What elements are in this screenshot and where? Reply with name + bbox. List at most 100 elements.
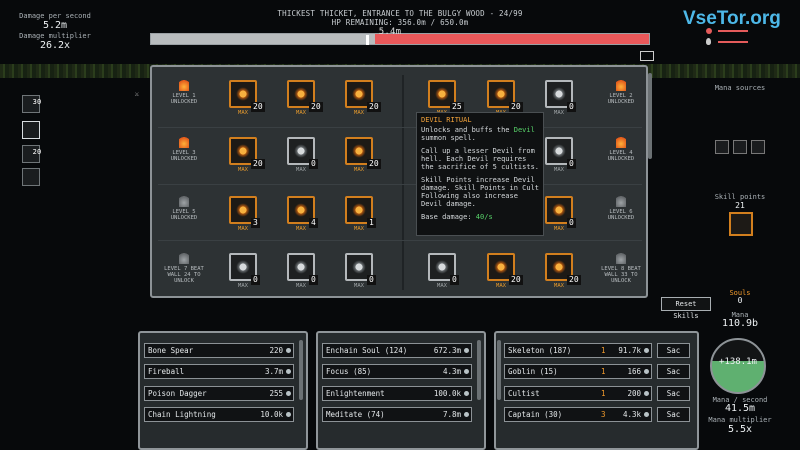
dps-value: 5.2m [42, 20, 68, 31]
skill-count: 1 [367, 218, 376, 228]
flame-icon [616, 134, 626, 148]
ghost-icon[interactable] [22, 168, 40, 186]
staff-icon[interactable] [733, 140, 747, 154]
skill-count: 3 [251, 218, 260, 228]
player-hp-line [718, 30, 748, 32]
flame-icon [179, 77, 189, 91]
mana-multiplier-value: 5.5x [727, 424, 753, 435]
skill-tree-panel [150, 65, 652, 298]
minion-row[interactable]: Skeleton (187) 1 91.7k [504, 343, 652, 358]
soul-cost: 3 [601, 410, 606, 419]
minion-value: 166 [627, 367, 641, 376]
spell-row[interactable]: Fireball 3.7m [144, 364, 294, 379]
upgrade-row[interactable]: Enlightenment 100.0k [322, 386, 472, 401]
tooltip-body2: Skill Points increase Devil damage. Skil… [421, 176, 540, 208]
level-1-label: LEVEL 1 UNLOCKED [170, 93, 198, 105]
mana-orb-icon [464, 348, 469, 353]
tooltip-title: DEVIL RITUAL [421, 116, 472, 124]
hand-icon [235, 259, 251, 275]
mana-orb-icon [464, 391, 469, 396]
flame-icon [179, 193, 189, 207]
mult-value: 26.2x [39, 40, 71, 51]
minions-scrollbar[interactable] [497, 340, 501, 400]
upgrade-name: Focus (85) [326, 367, 372, 376]
scepter-icon[interactable] [751, 140, 765, 154]
minion-row[interactable]: Goblin (15) 1 166 [504, 364, 652, 379]
upgrade-value: 4.3m [442, 367, 461, 376]
heart-icon [706, 28, 712, 34]
spell-name: Chain Lightning [148, 410, 216, 419]
hp-marker [366, 35, 369, 45]
skill-count: 0 [309, 275, 318, 285]
mana-orb-icon [286, 369, 291, 374]
minion-row[interactable]: Cultist 1 200 [504, 386, 652, 401]
upgrade-name: Enchain Soul (124) [326, 346, 408, 355]
mana-orb-icon [464, 412, 469, 417]
tooltip-base-value: 40/s [475, 213, 493, 221]
minion-value: 200 [627, 389, 641, 398]
sacrifice-button[interactable]: Sac [657, 364, 690, 379]
spell-row[interactable]: Bone Spear 220 [144, 343, 294, 358]
mana-orb-icon [644, 369, 649, 374]
skill-count: 20 [251, 159, 265, 169]
skill-points-icon [729, 212, 753, 236]
mana-sources-label: Mana sources [714, 84, 766, 92]
spear-icon [293, 86, 309, 102]
spell-row[interactable]: Poison Dagger 255 [144, 386, 294, 401]
soul-cost: 1 [601, 389, 606, 398]
sacrifice-button[interactable]: Sac [657, 386, 690, 401]
mana-orb-icon [286, 348, 291, 353]
upgrade-value: 672.3m [433, 346, 461, 355]
soul-cost: 1 [601, 346, 606, 355]
panel-divider [402, 75, 404, 290]
upgrade-row[interactable]: Focus (85) 4.3m [322, 364, 472, 379]
skill-count: 0 [251, 275, 260, 285]
mana-per-second-value: 41.5m [724, 403, 756, 414]
flask-icon [235, 202, 251, 218]
watermark: VseTor.org [683, 8, 781, 29]
skull-icon [235, 86, 251, 102]
skill-scrollbar[interactable] [648, 73, 652, 159]
souls-value: 0 [737, 296, 743, 305]
flame-icon [616, 77, 626, 91]
level-3-label: LEVEL 3 UNLOCKED [170, 150, 198, 162]
tooltip-line1b: summon spell. [421, 134, 476, 142]
flame-icon [616, 193, 626, 207]
spell-name: Fireball [148, 367, 185, 376]
minion-name: Goblin (15) [508, 367, 558, 376]
mana-value: 110.9b [721, 318, 759, 329]
skull-spell-icon[interactable] [22, 121, 40, 139]
upgrade-name: Enlightenment [326, 389, 385, 398]
spell-value: 220 [269, 346, 283, 355]
flames-icon [293, 259, 309, 275]
mana-orb-value: +138.1m [719, 357, 757, 367]
wand-icon[interactable] [715, 140, 729, 154]
upgrade-row[interactable]: Enchain Soul (124) 672.3m [322, 343, 472, 358]
hp-remaining: HP REMAINING: 356.0m / 650.0m [331, 18, 469, 27]
minion-name: Cultist [508, 389, 540, 398]
spell-row[interactable]: Chain Lightning 10.0k [144, 407, 294, 422]
tooltip-body: Call up a lesser Devil from hell. Each D… [421, 147, 540, 171]
mana-orb-icon [464, 369, 469, 374]
skill-count: 20 [567, 275, 581, 285]
upgrades-scrollbar[interactable] [477, 340, 481, 400]
horns-icon [551, 202, 567, 218]
minion-name: Skeleton (187) [508, 346, 572, 355]
skill-tooltip: DEVIL RITUAL Unlocks and buffs the Devil… [416, 112, 544, 236]
level-7-label: LEVEL 7 BEAT WALL 24 TO UNLOCK [164, 266, 204, 284]
level-6-label: LEVEL 6 UNLOCKED [607, 209, 635, 221]
skill-count: 20 [367, 102, 381, 112]
ghost-icon [351, 259, 367, 275]
sacrifice-button[interactable]: Sac [657, 407, 690, 422]
mana-orb-icon [644, 391, 649, 396]
player-mana-line [718, 41, 748, 43]
web-icon [551, 143, 567, 159]
minion-row[interactable]: Captain (30) 3 4.3k [504, 407, 652, 422]
mana-orb-icon [286, 412, 291, 417]
spells-scrollbar[interactable] [299, 340, 303, 400]
mana-orb-icon [644, 348, 649, 353]
mana-orb-icon [644, 412, 649, 417]
sacrifice-button[interactable]: Sac [657, 343, 690, 358]
upgrade-row[interactable]: Meditate (74) 7.8m [322, 407, 472, 422]
reset-skills-button[interactable]: Reset Skills [661, 297, 711, 320]
